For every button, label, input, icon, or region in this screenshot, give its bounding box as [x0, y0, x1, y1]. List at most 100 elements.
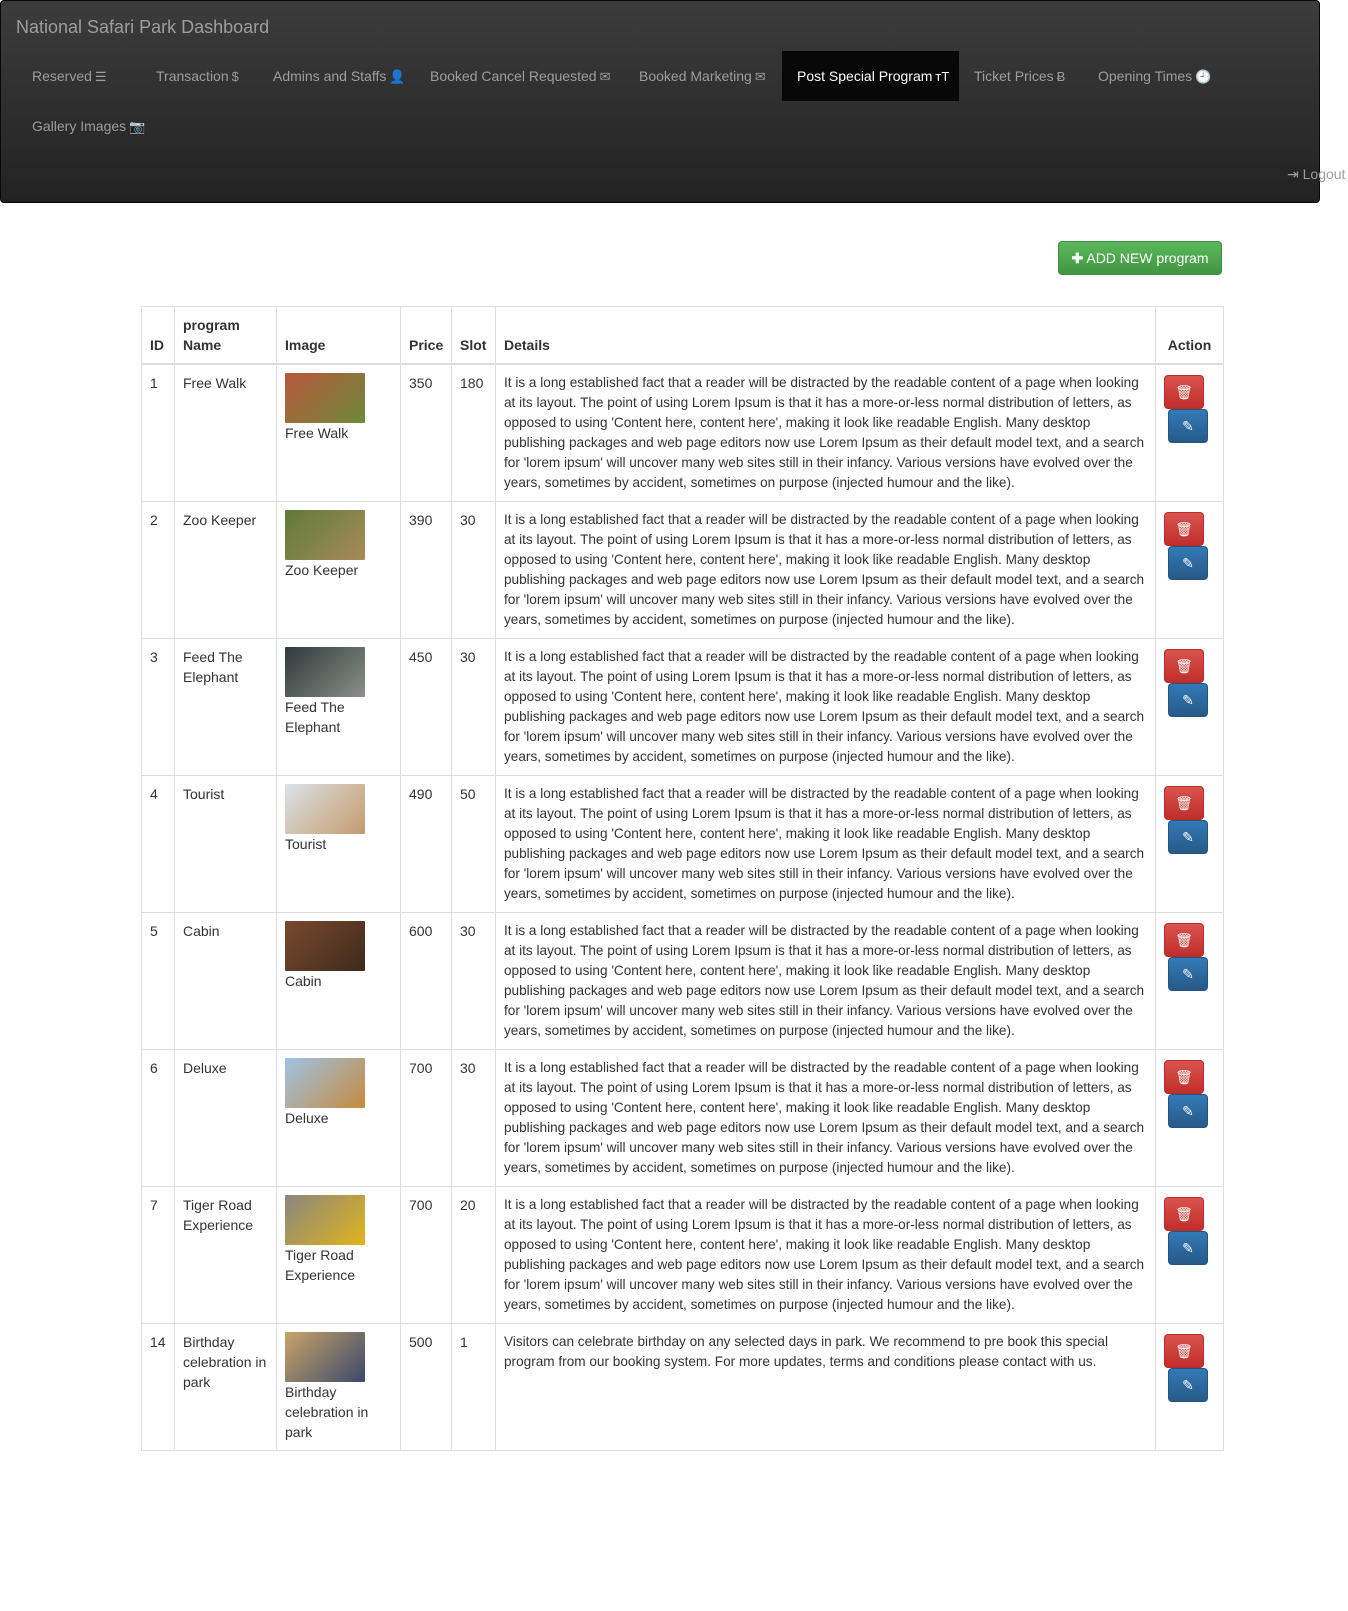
add-new-program-label: ADD NEW program: [1086, 250, 1209, 266]
cell-id: 7: [141, 1186, 175, 1324]
cell-program-name: Deluxe: [174, 1049, 277, 1187]
cell-id: 1: [141, 363, 175, 502]
table-row: 6 Deluxe Deluxe 700 30 It is a long establish…: [141, 1049, 1224, 1187]
trash-icon: 🗑: [1175, 658, 1193, 674]
image-caption: Zoo Keeper: [285, 562, 359, 578]
nav-item-admins-and-staffs[interactable]: Admins and Staffs 👤: [258, 51, 415, 101]
nav-item-post-special-program[interactable]: Post Special Program ᴛT: [782, 51, 959, 101]
edit-icon: ✎: [1182, 1103, 1194, 1119]
cell-slot: 30: [451, 912, 496, 1050]
cell-action: 🗑 ✎: [1155, 1049, 1224, 1187]
edit-icon: ✎: [1182, 829, 1194, 845]
trash-icon: 🗑: [1175, 384, 1193, 400]
cell-details: Visitors can celebrate birthday on any s…: [495, 1323, 1156, 1451]
delete-button[interactable]: 🗑: [1164, 923, 1204, 957]
table-row: 1 Free Walk Free Walk 350 180 It is a long es…: [141, 363, 1224, 502]
cell-action: 🗑 ✎: [1155, 638, 1224, 776]
nav-item-ticket-prices[interactable]: Ticket Prices Ƀ: [959, 51, 1083, 101]
edit-button[interactable]: ✎: [1168, 409, 1208, 443]
header-program-name: program Name: [174, 306, 277, 365]
cell-action: 🗑 ✎: [1155, 363, 1224, 502]
nav-item-transaction[interactable]: Transaction $: [141, 51, 258, 101]
image-caption: Deluxe: [285, 1110, 329, 1126]
program-thumbnail: [285, 510, 365, 560]
edit-button[interactable]: ✎: [1168, 1094, 1208, 1128]
program-thumbnail: [285, 921, 365, 971]
cell-slot: 30: [451, 1049, 496, 1187]
nav-item-booked-marketing[interactable]: Booked Marketing ✉: [624, 51, 782, 101]
cell-price: 600: [400, 912, 452, 1050]
cell-price: 700: [400, 1186, 452, 1324]
cell-details: It is a long established fact that a rea…: [495, 1186, 1156, 1324]
image-caption: Tiger Road Experience: [285, 1247, 356, 1283]
program-thumbnail: [285, 373, 365, 423]
cell-image: Feed The Elephant: [276, 638, 401, 776]
cell-details: It is a long established fact that a rea…: [495, 638, 1156, 776]
delete-button[interactable]: 🗑: [1164, 649, 1204, 683]
cell-price: 500: [400, 1323, 452, 1451]
program-thumbnail: [285, 1058, 365, 1108]
table-row: 3 Feed The Elephant Feed The Elephant 450 30…: [141, 638, 1224, 776]
delete-button[interactable]: 🗑: [1164, 1060, 1204, 1094]
header-action: Action: [1155, 306, 1224, 365]
delete-button[interactable]: 🗑: [1164, 512, 1204, 546]
top-navbar: National Safari Park Dashboard Reserved ☰…: [0, 0, 1345, 203]
delete-button[interactable]: 🗑: [1164, 786, 1204, 820]
table-row: 5 Cabin Cabin 600 30 It is a long established…: [141, 912, 1224, 1050]
header-price: Price: [400, 306, 452, 365]
add-new-program-button[interactable]: ✚ ADD NEW program: [1058, 241, 1222, 275]
logout-link[interactable]: ⇥ Logout: [1287, 166, 1345, 183]
camera-icon: 📷: [129, 119, 146, 134]
clock-icon: 🕘: [1195, 69, 1212, 84]
edit-button[interactable]: ✎: [1168, 683, 1208, 717]
cell-price: 450: [400, 638, 452, 776]
delete-button[interactable]: 🗑: [1164, 1334, 1204, 1368]
cell-image: Zoo Keeper: [276, 501, 401, 639]
cell-action: 🗑 ✎: [1155, 775, 1224, 913]
cell-id: 14: [141, 1323, 175, 1451]
delete-button[interactable]: 🗑: [1164, 1197, 1204, 1231]
cell-action: 🗑 ✎: [1155, 501, 1224, 639]
edit-button[interactable]: ✎: [1168, 546, 1208, 580]
edit-icon: ✎: [1182, 1240, 1194, 1256]
delete-button[interactable]: 🗑: [1164, 375, 1204, 409]
nav-item-label: Reserved: [32, 68, 92, 84]
cell-price: 390: [400, 501, 452, 639]
text-size-icon: ᴛT: [935, 69, 950, 84]
edit-button[interactable]: ✎: [1168, 1231, 1208, 1265]
cell-slot: 20: [451, 1186, 496, 1324]
cell-action: 🗑 ✎: [1155, 1186, 1224, 1324]
nav-item-reserved[interactable]: Reserved ☰: [17, 51, 132, 101]
cell-slot: 50: [451, 775, 496, 913]
cell-id: 4: [141, 775, 175, 913]
edit-icon: ✎: [1182, 418, 1194, 434]
image-caption: Tourist: [285, 836, 327, 852]
cell-slot: 30: [451, 638, 496, 776]
trash-icon: 🗑: [1175, 521, 1193, 537]
nav-item-booked-cancel-requested[interactable]: Booked Cancel Requested ✉: [415, 51, 624, 101]
cell-details: It is a long established fact that a rea…: [495, 501, 1156, 639]
dashboard-title[interactable]: National Safari Park Dashboard: [16, 16, 269, 38]
edit-icon: ✎: [1182, 692, 1194, 708]
edit-button[interactable]: ✎: [1168, 957, 1208, 991]
nav-item-gallery-images[interactable]: Gallery Images 📷: [17, 101, 147, 151]
cell-details: It is a long established fact that a rea…: [495, 912, 1156, 1050]
edit-button[interactable]: ✎: [1168, 1368, 1208, 1402]
image-caption: Birthday celebration in park: [285, 1384, 369, 1440]
envelope-icon: ✉: [754, 69, 766, 84]
cell-details: It is a long established fact that a rea…: [495, 775, 1156, 913]
cell-slot: 1: [451, 1323, 496, 1451]
program-thumbnail: [285, 1195, 365, 1245]
nav-item-label: Ticket Prices: [974, 68, 1054, 84]
cell-details: It is a long established fact that a rea…: [495, 363, 1156, 502]
cell-program-name: Zoo Keeper: [174, 501, 277, 639]
cell-program-name: Birthday celebration in park: [174, 1323, 277, 1451]
nav-item-opening-times[interactable]: Opening Times 🕘: [1083, 51, 1211, 101]
cell-id: 6: [141, 1049, 175, 1187]
cell-image: Tourist: [276, 775, 401, 913]
cell-id: 3: [141, 638, 175, 776]
cell-slot: 180: [451, 363, 496, 502]
edit-icon: ✎: [1182, 555, 1194, 571]
cell-program-name: Feed The Elephant: [174, 638, 277, 776]
edit-button[interactable]: ✎: [1168, 820, 1208, 854]
